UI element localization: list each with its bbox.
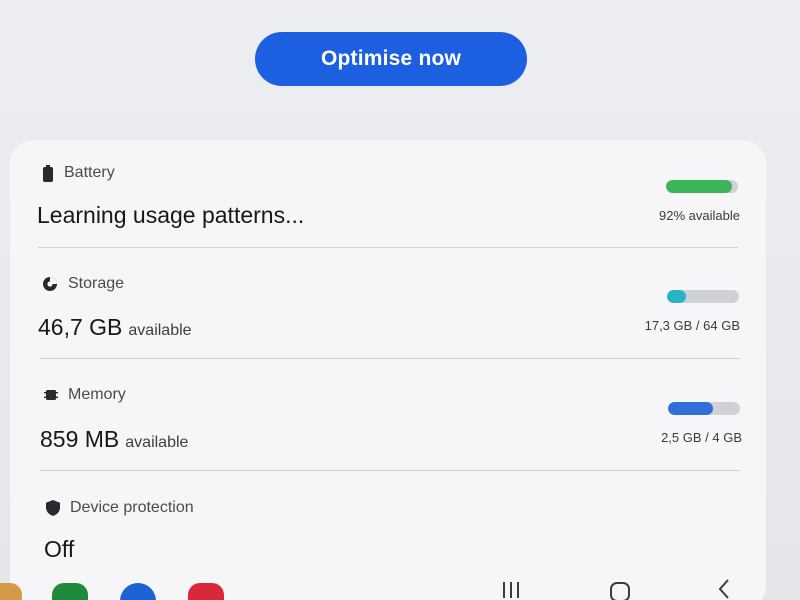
device-care-screen: Optimise now Battery Learning usage patt…	[0, 0, 800, 600]
app-shortcut-icon[interactable]	[52, 583, 88, 600]
battery-icon	[42, 164, 54, 182]
battery-status: Learning usage patterns...	[37, 202, 305, 228]
storage-usage-fill	[667, 290, 687, 303]
device-protection-header: Device protection	[46, 499, 194, 517]
storage-unit: available	[128, 322, 192, 339]
device-protection-section[interactable]: Device protection Off	[10, 474, 766, 584]
memory-value: 859 MB	[40, 426, 120, 452]
memory-section[interactable]: Memory 859 MB available 2,5 GB / 4 GB	[10, 362, 766, 472]
optimise-now-button[interactable]: Optimise now	[255, 32, 527, 86]
battery-detail: 92% available	[659, 208, 740, 223]
storage-usage-bar	[667, 290, 739, 303]
memory-available: 859 MB available	[40, 426, 188, 453]
memory-header: Memory	[44, 386, 126, 404]
battery-label: Battery	[64, 164, 115, 181]
storage-label: Storage	[68, 275, 125, 292]
storage-detail: 17,3 GB / 64 GB	[644, 318, 740, 333]
memory-detail: 2,5 GB / 4 GB	[661, 430, 742, 445]
storage-icon	[42, 276, 58, 292]
home-icon[interactable]	[608, 577, 632, 600]
recent-apps-icon[interactable]	[500, 577, 522, 600]
storage-section[interactable]: Storage 46,7 GB available 17,3 GB / 64 GB	[10, 250, 766, 360]
storage-header: Storage	[42, 275, 124, 293]
app-shortcut-icon[interactable]	[0, 583, 22, 600]
device-protection-status: Off	[44, 536, 75, 562]
app-shortcut-icon[interactable]	[120, 583, 156, 600]
back-icon[interactable]	[714, 577, 734, 600]
device-protection-label: Device protection	[70, 499, 194, 516]
shield-icon	[46, 500, 60, 516]
memory-usage-bar	[668, 402, 740, 415]
navigation-bar	[0, 575, 800, 600]
memory-label: Memory	[68, 386, 126, 403]
battery-section[interactable]: Battery Learning usage patterns... 92% a…	[10, 140, 766, 250]
storage-available: 46,7 GB available	[38, 314, 192, 341]
storage-value: 46,7 GB	[38, 314, 123, 340]
memory-unit: available	[125, 434, 189, 451]
battery-level-bar	[666, 180, 738, 193]
memory-usage-fill	[668, 402, 713, 415]
app-shortcut-icon[interactable]	[188, 583, 224, 600]
battery-divider	[38, 247, 738, 248]
battery-level-fill	[666, 180, 733, 193]
device-care-card: Battery Learning usage patterns... 92% a…	[10, 140, 766, 600]
memory-divider	[40, 470, 740, 471]
storage-divider	[40, 358, 740, 359]
battery-header: Battery	[42, 164, 115, 182]
memory-chip-icon	[44, 388, 58, 402]
